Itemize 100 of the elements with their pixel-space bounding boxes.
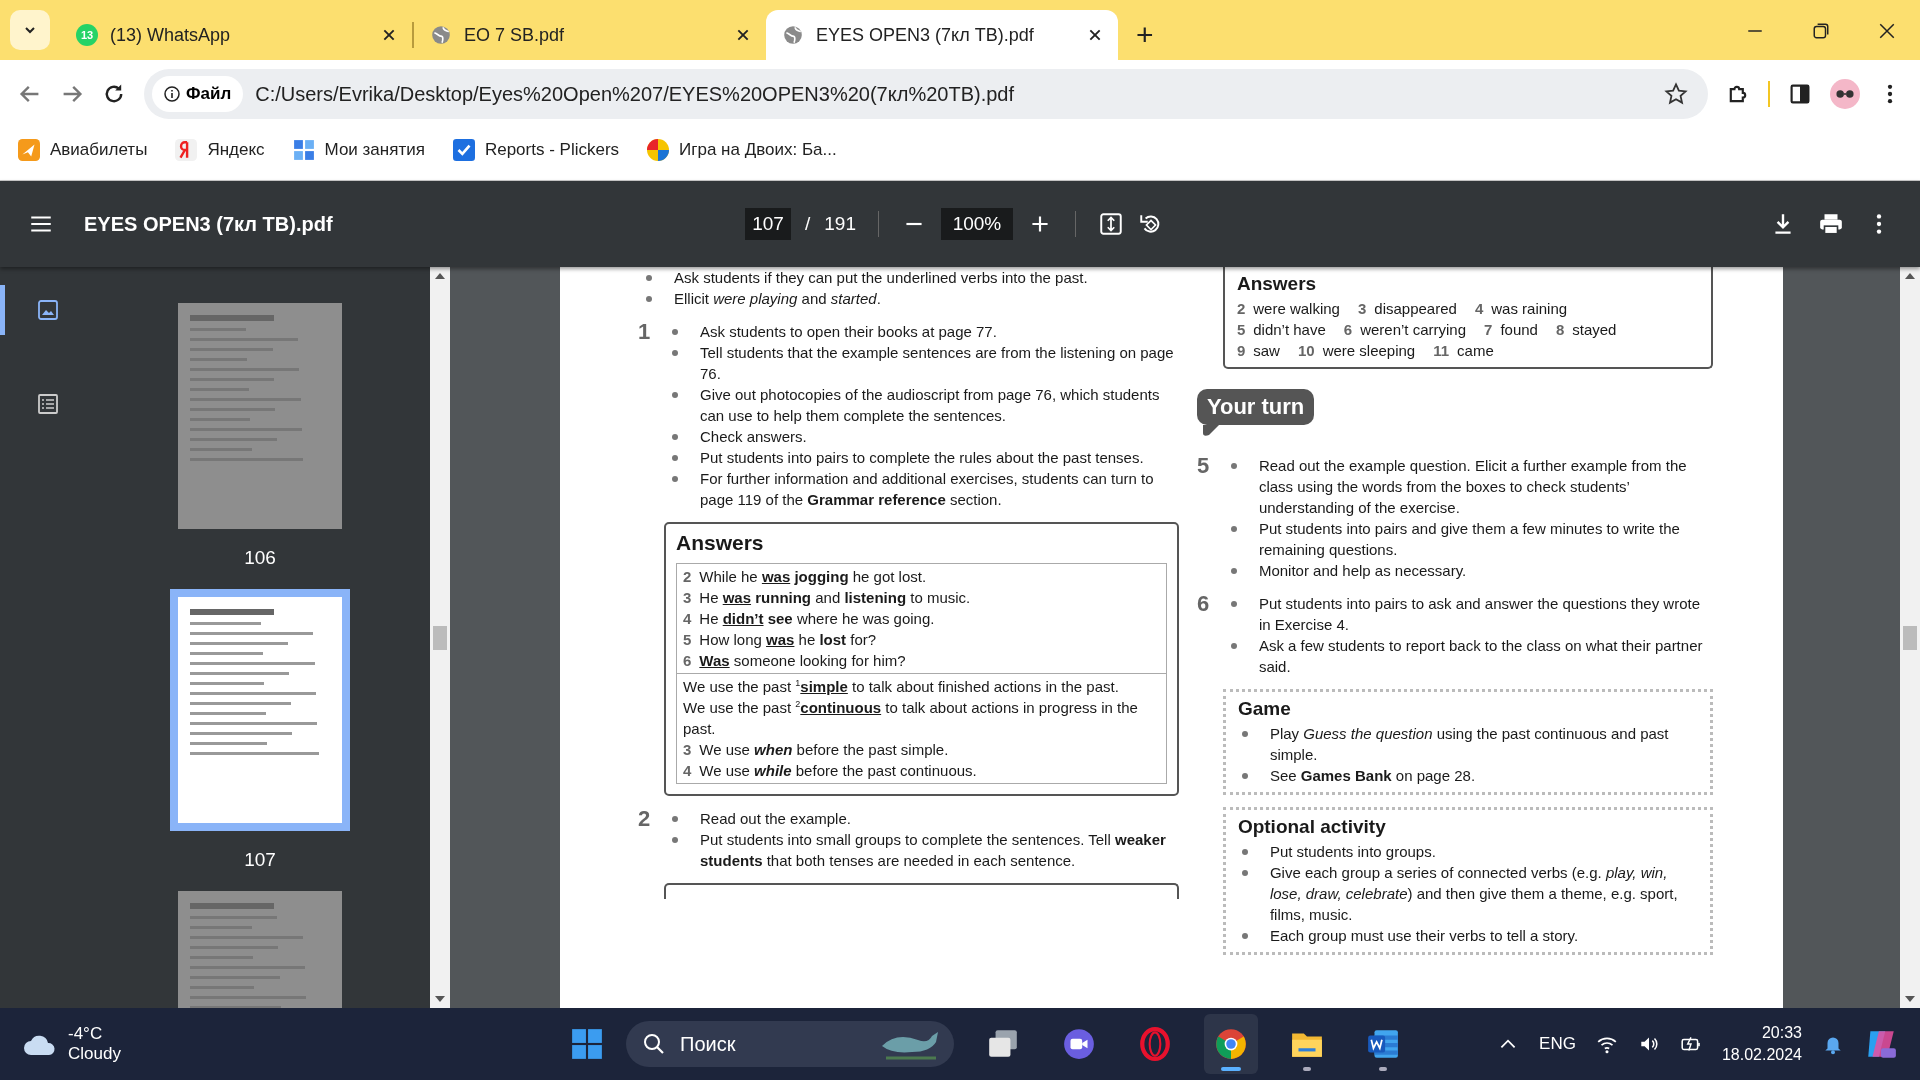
- ring-icon: [1138, 1027, 1172, 1061]
- new-tab-button[interactable]: +: [1128, 18, 1162, 52]
- answer-line: 3 He was running and listening to music.: [683, 588, 972, 608]
- browser-tab[interactable]: EO 7 SB.pdf: [414, 10, 766, 60]
- document-scrollbar[interactable]: [1900, 267, 1920, 1008]
- bookmark-link[interactable]: Reports - Plickers: [452, 139, 620, 161]
- bullet-icon: [672, 329, 678, 335]
- document-app-icon: [1366, 1027, 1400, 1061]
- bullet-icon: [1230, 463, 1237, 469]
- bookmark-link[interactable]: Игра на Двоих: Ба...: [647, 139, 837, 161]
- bookmark-link[interactable]: Мои занятия: [292, 139, 425, 161]
- clock-time[interactable]: 20:33: [1761, 1022, 1802, 1044]
- bullet-icon: [672, 816, 678, 822]
- ball-icon: [647, 139, 670, 161]
- bookmark-link[interactable]: Авиабилеты: [18, 139, 148, 161]
- thumbnail-scrollbar[interactable]: [430, 267, 450, 1008]
- bullet-icon: [672, 392, 678, 398]
- answers-heading: Answers: [676, 532, 765, 553]
- side-panel-icon[interactable]: [1788, 82, 1812, 106]
- close-icon[interactable]: [1878, 22, 1896, 40]
- speech-bubble-label: Your turn: [1196, 389, 1315, 437]
- zoom-field[interactable]: 100%: [941, 208, 1013, 240]
- instruction-text: Each group must use their verbs to tell a story.: [1269, 926, 1580, 946]
- close-icon[interactable]: [736, 28, 750, 42]
- video-chat-icon: [1062, 1027, 1096, 1061]
- answer-line: 2 were walking 3 disappeared 4 was raining: [1236, 299, 1569, 319]
- star-icon[interactable]: [1664, 82, 1688, 106]
- answer-line: 2 While he was jogging he got lost.: [683, 567, 928, 587]
- list-icon: [36, 393, 59, 415]
- bullet-icon: [1230, 526, 1237, 532]
- instruction-text: Ask students if they can put the underlined verbs into the past.: [674, 268, 1089, 288]
- instruction-text: Monitor and help as necessary.: [1258, 561, 1468, 581]
- bookmark-link[interactable]: Яндекс: [175, 139, 265, 161]
- search-field[interactable]: Поиск: [626, 1021, 954, 1067]
- document-title: EYES OPEN3 (7кл ТВ).pdf: [84, 212, 333, 236]
- search-input[interactable]: Поиск: [678, 1031, 866, 1057]
- exercise-number: 1: [638, 321, 652, 346]
- bubble-tail-icon: [1200, 425, 1221, 437]
- exercise-number: 2: [638, 808, 652, 833]
- page-count: 191: [824, 213, 856, 235]
- bullet-icon: [1241, 870, 1248, 876]
- weather-condition: Cloudy: [68, 1044, 121, 1064]
- globe-icon: [782, 24, 804, 46]
- answer-line: 5 didn’t have 6 weren’t carrying 7 found 8 stayed: [1236, 320, 1618, 340]
- browser-tab[interactable]: 13 (13) WhatsApp: [60, 10, 412, 60]
- scheme-label: Файл: [186, 84, 232, 104]
- bullet-icon: [672, 476, 678, 482]
- bullet-icon: [1230, 601, 1237, 607]
- bullet-icon: [672, 837, 678, 843]
- answer-line: 6 Was someone looking for him?: [683, 651, 907, 671]
- taskbar-app-button[interactable]: [1204, 1014, 1258, 1074]
- tab-title: EO 7 SB.pdf: [464, 24, 566, 46]
- fit-page-icon[interactable]: [1098, 211, 1124, 237]
- bullet-icon: [1230, 568, 1237, 574]
- instruction-text: Put students into pairs and give them a few minutes to write the remaining questions.: [1258, 519, 1681, 560]
- activity-heading: Optional activity: [1237, 816, 1387, 837]
- answer-line: 5 How long was he lost for?: [683, 630, 878, 650]
- windows-start-icon[interactable]: [570, 1027, 604, 1061]
- clock-date[interactable]: 18.02.2024: [1721, 1044, 1802, 1066]
- browser-tab[interactable]: EYES OPEN3 (7кл ТВ).pdf: [766, 10, 1118, 60]
- instruction-text: For further information and additional exercises, students can turn to page 119 of the Grammar reference section.: [700, 469, 1155, 510]
- bullet-icon: [672, 350, 678, 356]
- plane-icon: [18, 139, 40, 161]
- rule-line: We use the past $^{2}$continuous to talk about actions in progress in the past.: [683, 698, 1139, 739]
- address-bar[interactable]: Файл C:/Users/Evrika/Desktop/Eyes%20Open%207/EYES%20OPEN3%20(7кл%20ТВ).pdf: [144, 69, 1708, 119]
- browser-icon: [1214, 1027, 1248, 1061]
- close-icon[interactable]: [382, 28, 396, 42]
- bullet-icon: [646, 275, 652, 281]
- page-thumbnail[interactable]: [170, 589, 350, 831]
- instruction-text: Ellicit were playing and started.: [674, 289, 882, 309]
- temperature-text: -4°C: [68, 1024, 104, 1044]
- instruction-text: Put students into pairs to ask and answer the questions they wrote in Exercise 4.: [1258, 594, 1701, 635]
- profile-avatar-icon[interactable]: [1830, 79, 1860, 109]
- exercise-number: 5: [1196, 455, 1211, 480]
- instruction-text: Tell students that the example sentences are from the listening on page 76.: [700, 343, 1175, 384]
- instruction-text: Read out the example.: [700, 809, 852, 829]
- instruction-text: Ask students to open their books at page 77.: [700, 322, 998, 342]
- bullet-icon: [1230, 643, 1237, 649]
- file-scheme-chip[interactable]: Файл: [152, 76, 244, 112]
- answers-heading: Answers: [1236, 273, 1318, 294]
- instruction-text: Put students into groups.: [1269, 842, 1437, 862]
- page-number-label: 106: [244, 547, 276, 569]
- bullet-icon: [1241, 933, 1248, 939]
- restore-icon[interactable]: [1812, 22, 1830, 40]
- bullet-icon: [1241, 731, 1248, 737]
- checkbox-icon: [452, 139, 475, 161]
- chat-app-icon: 13: [76, 24, 98, 46]
- page-thumbnail[interactable]: [178, 303, 342, 529]
- info-icon: [164, 86, 180, 102]
- bullet-icon: [1241, 849, 1248, 855]
- image-icon: [36, 299, 59, 321]
- activity-heading: Game: [1237, 698, 1292, 719]
- globe-icon: [430, 24, 452, 46]
- bullet-icon: [1241, 773, 1248, 779]
- language-indicator[interactable]: ENG: [1539, 1034, 1576, 1054]
- close-icon[interactable]: [1088, 28, 1102, 42]
- exercise-number: 6: [1196, 593, 1211, 618]
- search-icon: [642, 1032, 666, 1056]
- instruction-text: Play Guess the question using the past continuous and past simple.: [1269, 724, 1670, 765]
- page-number-field[interactable]: 107: [745, 208, 791, 240]
